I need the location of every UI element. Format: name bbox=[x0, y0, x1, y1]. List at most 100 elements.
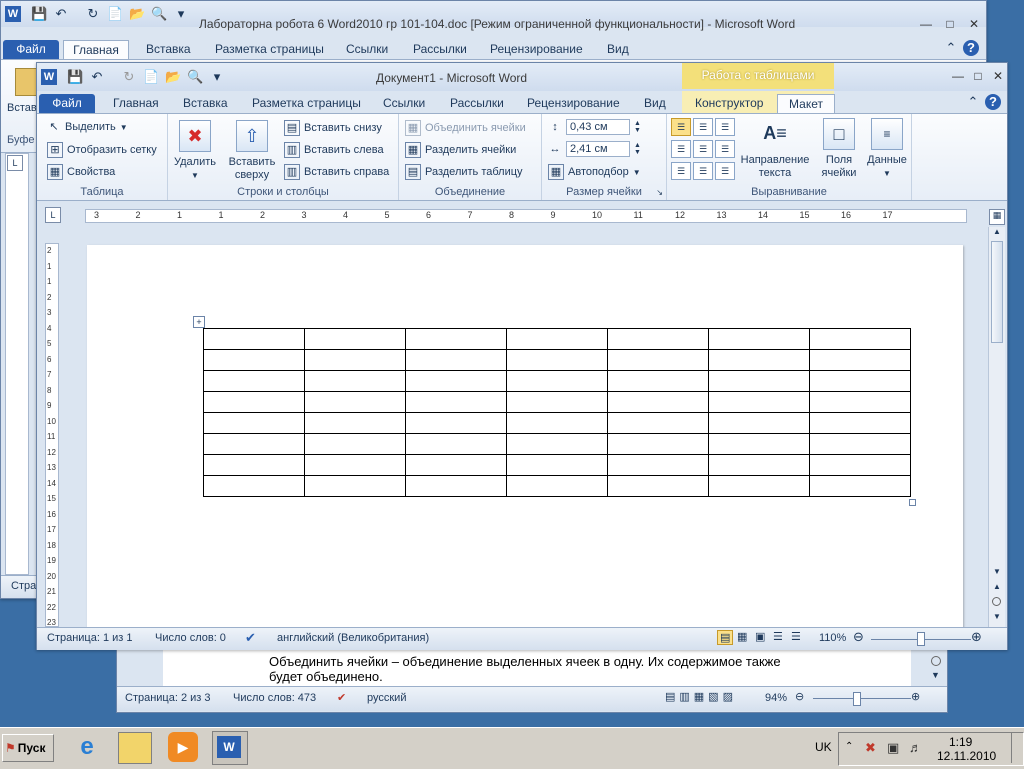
column-width-value[interactable]: 2,41 см bbox=[566, 141, 630, 157]
table-cell[interactable] bbox=[203, 433, 305, 455]
tab-mailings[interactable]: Рассылки bbox=[450, 94, 504, 113]
table-cell[interactable] bbox=[708, 475, 810, 497]
word-app-icon[interactable]: W bbox=[41, 69, 57, 85]
table-cell[interactable] bbox=[405, 433, 507, 455]
show-desktop-button[interactable] bbox=[1011, 733, 1022, 763]
table-cell[interactable] bbox=[203, 370, 305, 392]
cell-margins-button[interactable]: □ Поля ячейки bbox=[815, 118, 863, 180]
clock-time[interactable]: 1:19 bbox=[949, 735, 972, 749]
status-page[interactable]: Страница: 1 из 1 bbox=[47, 632, 133, 644]
tab-file[interactable]: Файл bbox=[3, 40, 59, 59]
view-reading-icon[interactable]: ▦ bbox=[737, 630, 747, 643]
view-gridlines-button[interactable]: ⊞ Отобразить сетку bbox=[47, 142, 157, 158]
table-cell[interactable] bbox=[708, 370, 810, 392]
undo-icon[interactable]: ↶ bbox=[89, 69, 105, 85]
horizontal-ruler[interactable]: 3 2 1 1 2 3 4 5 6 7 8 9 10 11 12 13 14 15 16 17 bbox=[85, 209, 967, 223]
column-width-field[interactable]: ↔ 2,41 см ▲ ▼ bbox=[548, 141, 641, 157]
back-scroll-down-icon[interactable]: ▼ bbox=[931, 670, 940, 680]
table-cell[interactable] bbox=[708, 349, 810, 371]
table-cell[interactable] bbox=[506, 454, 608, 476]
table-cell[interactable] bbox=[203, 328, 305, 350]
tab-view[interactable]: Вид bbox=[644, 94, 666, 113]
security-alert-icon[interactable]: ✖ bbox=[865, 740, 876, 756]
back-zoom-slider[interactable] bbox=[813, 698, 911, 699]
back-ruler-corner[interactable]: L bbox=[7, 155, 23, 171]
table-cell[interactable] bbox=[304, 475, 406, 497]
table-cell[interactable] bbox=[506, 475, 608, 497]
table-cell[interactable] bbox=[708, 412, 810, 434]
spinner-icon[interactable]: ▲ ▼ bbox=[634, 142, 641, 156]
table-cell[interactable] bbox=[405, 391, 507, 413]
zoom-thumb[interactable] bbox=[917, 632, 925, 646]
browse-object-icon[interactable] bbox=[992, 597, 1001, 606]
undo-icon[interactable]: ↶ bbox=[53, 6, 69, 22]
align-bottom-left-icon[interactable]: ☰ bbox=[671, 162, 691, 180]
minimize-button[interactable]: — bbox=[915, 15, 937, 33]
select-button[interactable]: ↖ Выделить ▼ bbox=[47, 120, 127, 134]
table-cell[interactable] bbox=[809, 433, 911, 455]
volume-icon[interactable]: ♬ bbox=[909, 740, 922, 755]
table-cell[interactable] bbox=[506, 391, 608, 413]
properties-button[interactable]: ▦ Свойства bbox=[47, 164, 115, 180]
view-ruler-icon[interactable]: ▦ bbox=[989, 209, 1005, 225]
maximize-button[interactable]: □ bbox=[939, 15, 961, 33]
insert-above-button[interactable]: ⇧ Вставить сверху bbox=[224, 120, 280, 182]
next-page-icon[interactable]: ▼ bbox=[993, 612, 1001, 621]
table-cell[interactable] bbox=[203, 391, 305, 413]
back-view-buttons[interactable]: ▤▥▦▧▨ bbox=[665, 690, 737, 703]
tray-expand-icon[interactable]: ⌃ bbox=[845, 741, 853, 752]
table-cell[interactable] bbox=[304, 433, 406, 455]
ruler-corner[interactable]: L bbox=[45, 207, 61, 223]
vertical-scrollbar[interactable]: ▲ ▼ ▲ ▼ bbox=[988, 227, 1005, 627]
text-direction-button[interactable]: A≡ Направление текста bbox=[735, 118, 815, 180]
language-indicator[interactable]: UK bbox=[815, 740, 832, 754]
back-zoom-in-icon[interactable]: ⊕ bbox=[911, 690, 920, 703]
scroll-up-icon[interactable]: ▲ bbox=[989, 227, 1005, 241]
table-cell[interactable] bbox=[506, 328, 608, 350]
spinner-icon[interactable]: ▲ ▼ bbox=[634, 120, 641, 134]
table-cell[interactable] bbox=[506, 349, 608, 371]
media-player-icon[interactable]: ▶ bbox=[168, 732, 198, 762]
table-cell[interactable] bbox=[708, 391, 810, 413]
table-cell[interactable] bbox=[506, 370, 608, 392]
back-spellcheck-icon[interactable]: ✔ bbox=[337, 691, 346, 704]
table-cell[interactable] bbox=[809, 370, 911, 392]
table-cell[interactable] bbox=[809, 328, 911, 350]
align-bottom-right-icon[interactable]: ☰ bbox=[715, 162, 735, 180]
insert-left-button[interactable]: ▥ Вставить слева bbox=[284, 142, 384, 158]
table-cell[interactable] bbox=[607, 475, 709, 497]
table-cell[interactable] bbox=[405, 475, 507, 497]
view-print-layout-icon[interactable]: ▤ bbox=[717, 630, 734, 645]
internet-explorer-icon[interactable]: e bbox=[72, 732, 102, 762]
insert-right-button[interactable]: ▥ Вставить справа bbox=[284, 164, 389, 180]
align-middle-center-icon[interactable]: ☰ bbox=[693, 140, 713, 158]
table-cell[interactable] bbox=[607, 454, 709, 476]
table-cell[interactable] bbox=[405, 328, 507, 350]
data-button[interactable]: ≡ Данные ▼ bbox=[863, 118, 911, 180]
tab-review[interactable]: Рецензирование bbox=[527, 94, 620, 113]
tab-insert[interactable]: Вставка bbox=[183, 94, 228, 113]
tab-references[interactable]: Ссылки bbox=[346, 40, 388, 59]
tab-review[interactable]: Рецензирование bbox=[490, 40, 583, 59]
explorer-folder-icon[interactable] bbox=[118, 732, 152, 764]
new-document-icon[interactable]: 📄 bbox=[107, 6, 123, 22]
document-table[interactable] bbox=[203, 328, 911, 497]
tab-page-layout[interactable]: Разметка страницы bbox=[252, 94, 361, 113]
table-resize-handle[interactable] bbox=[909, 499, 916, 506]
table-cell[interactable] bbox=[809, 349, 911, 371]
align-top-right-icon[interactable]: ☰ bbox=[715, 118, 735, 136]
view-web-icon[interactable]: ▣ bbox=[755, 630, 765, 643]
back-zoom-thumb[interactable] bbox=[853, 692, 861, 706]
table-cell[interactable] bbox=[304, 391, 406, 413]
new-document-icon[interactable]: 📄 bbox=[143, 69, 159, 85]
customize-toolbar-icon[interactable]: ▾ bbox=[209, 69, 225, 85]
align-middle-right-icon[interactable]: ☰ bbox=[715, 140, 735, 158]
align-top-left-icon[interactable]: ☰ bbox=[671, 118, 691, 136]
table-cell[interactable] bbox=[304, 412, 406, 434]
zoom-level[interactable]: 110% bbox=[819, 632, 846, 644]
table-cell[interactable] bbox=[304, 349, 406, 371]
tab-page-layout[interactable]: Разметка страницы bbox=[215, 40, 324, 59]
table-cell[interactable] bbox=[405, 454, 507, 476]
back-status-page-partial[interactable]: Стра bbox=[11, 580, 36, 592]
align-bottom-center-icon[interactable]: ☰ bbox=[693, 162, 713, 180]
